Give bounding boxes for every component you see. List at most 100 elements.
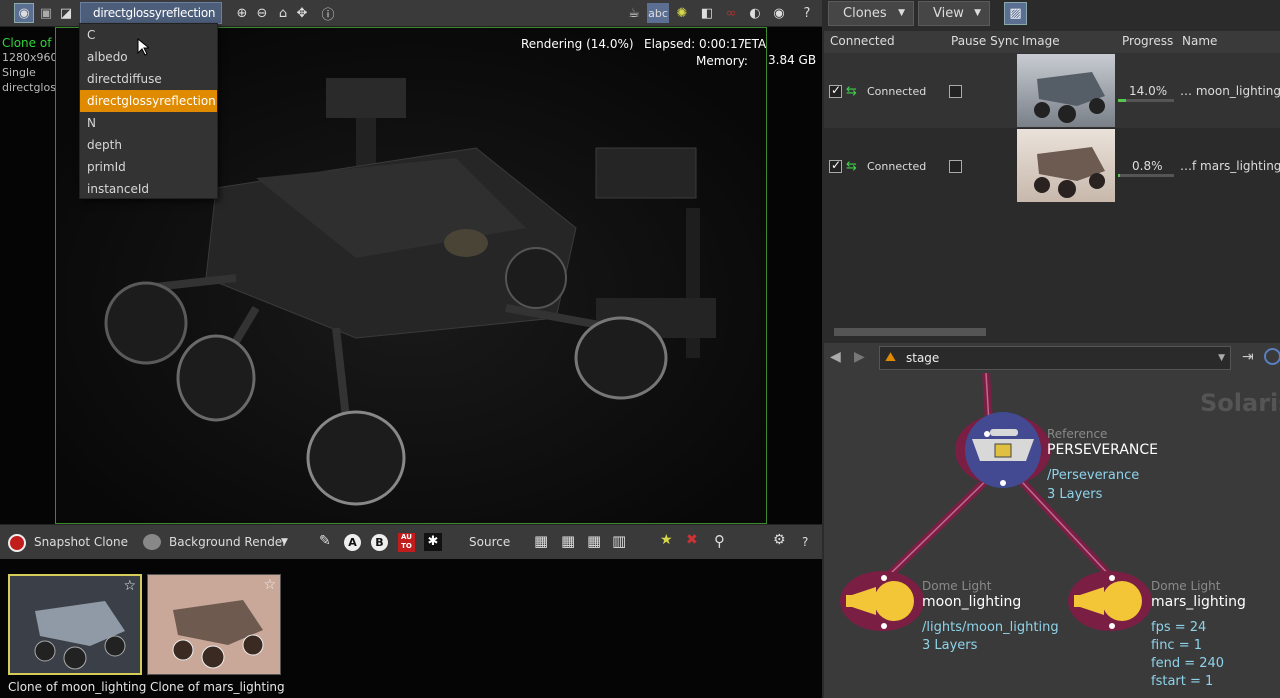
delete-snapshot-icon[interactable]: ✖ (686, 532, 698, 548)
background-render-chevron-icon[interactable]: ▼ (281, 537, 288, 547)
snapshot-star-icon[interactable]: ★ (660, 532, 673, 548)
snapshot-thumbnail[interactable]: ☆ (147, 574, 281, 675)
overlay-mode: Single (2, 66, 36, 79)
grid-small-icon[interactable]: ▦ (534, 532, 548, 550)
node-name[interactable]: PERSEVERANCE (1047, 442, 1158, 458)
tag-icon[interactable]: ✎ (319, 533, 331, 549)
node-parm: finc = 1 (1151, 638, 1203, 653)
grid-large-icon[interactable]: ▦ (587, 532, 601, 550)
overlay-elapsed: Elapsed: 0:00:17 (644, 37, 746, 51)
background-render-button[interactable]: Background Render (169, 535, 287, 549)
source-label[interactable]: Source (469, 535, 510, 549)
snapshot-icon[interactable] (8, 534, 26, 552)
clone-image-thumb (1017, 129, 1115, 202)
col-pause-sync[interactable]: Pause Sync (951, 34, 1019, 48)
render-view-icon[interactable]: ◉ (14, 3, 34, 23)
context-watermark: Solaris (1200, 389, 1280, 417)
aov-option[interactable]: directglossyreflection (80, 90, 217, 112)
clones-table-header: Connected Pause Sync Image Progress Name (824, 31, 1280, 53)
fit-icon[interactable]: ✥ (292, 3, 312, 23)
snapshot-view-icon[interactable]: ▣ (36, 3, 56, 23)
clone-progress-bar (1118, 99, 1174, 102)
network-path-field[interactable]: ⛰ stage ▼ (879, 346, 1231, 370)
node-layers: 3 Layers (1047, 487, 1103, 502)
col-image[interactable]: Image (1022, 34, 1060, 48)
search-icon[interactable]: ⚲ (714, 532, 725, 550)
node-layers: 3 Layers (922, 638, 978, 653)
snapshot-toolbar: Snapshot Clone Background Render ▼ ✎ A B… (0, 524, 822, 559)
snap-help-icon[interactable]: ? (802, 535, 808, 549)
home-icon[interactable]: ⌂ (273, 3, 293, 23)
teapot-bg-icon[interactable] (143, 534, 161, 550)
scrollbar-thumb[interactable] (834, 328, 986, 336)
filmstrip-icon[interactable]: ▥ (612, 532, 626, 550)
col-connected[interactable]: Connected (830, 34, 895, 48)
network-wires (840, 373, 1152, 631)
pin-icon[interactable]: ⇥ (1242, 349, 1254, 365)
col-name[interactable]: Name (1182, 34, 1217, 48)
snapshot-clone-button[interactable]: Snapshot Clone (34, 535, 128, 549)
aov-option[interactable]: directdiffuse (80, 68, 217, 90)
clones-menu-button[interactable]: Clones ▼ (828, 1, 914, 26)
compare-b-button[interactable]: B (371, 534, 388, 551)
connected-checkbox[interactable]: ✓ (829, 158, 842, 173)
favorite-star-icon[interactable]: ☆ (123, 578, 136, 594)
chevron-down-icon: ▼ (974, 8, 981, 18)
glasses-icon[interactable]: ∞ (721, 3, 741, 23)
camera-view-icon[interactable]: ◪ (56, 3, 76, 23)
text-overlay-icon[interactable]: abc (647, 3, 669, 23)
back-arrow-icon[interactable]: ◀ (830, 349, 841, 365)
light-icon[interactable]: ✺ (672, 3, 692, 23)
region-icon[interactable]: ◧ (697, 3, 717, 23)
aov-option[interactable]: instanceId (80, 178, 217, 200)
compare-a-button[interactable]: A (344, 534, 361, 551)
pause-sync-checkbox[interactable] (949, 85, 962, 98)
snowflake-icon[interactable]: ✱ (424, 533, 442, 551)
grid-medium-icon[interactable]: ▦ (561, 532, 575, 550)
connected-status: Connected (867, 85, 927, 98)
snapshot-thumbnail[interactable]: ☆ (8, 574, 142, 675)
node-type: Dome Light (922, 579, 992, 593)
col-progress[interactable]: Progress (1122, 34, 1173, 48)
aov-option[interactable]: primId (80, 156, 217, 178)
overlay-eta: ETA: 0:01:44 (744, 37, 766, 51)
clone-row[interactable]: ✓ ⇆ Connected 14.0% … moon_lighting (824, 53, 1280, 128)
node-path: /lights/moon_lighting (922, 620, 1059, 635)
node-parm: fend = 240 (1151, 656, 1225, 671)
forward-arrow-icon[interactable]: ▶ (854, 349, 865, 365)
overlay-aov: directglossyrefle (2, 81, 55, 94)
connected-checkbox[interactable]: ✓ (829, 83, 842, 98)
clone-row[interactable]: ✓ ⇆ Connected 0.8% …f mars_lighting (824, 128, 1280, 203)
zoom-out-icon[interactable]: ⊖ (252, 3, 272, 23)
pause-sync-checkbox[interactable] (949, 160, 962, 173)
node-type: Reference (1047, 427, 1108, 441)
settings-icon[interactable]: ⚙ (773, 532, 786, 548)
aov-select[interactable]: directglossyreflection (80, 2, 222, 24)
auto-button[interactable]: AU TO (398, 533, 415, 552)
view-label: View (933, 6, 964, 21)
rover-thumb-mars (148, 575, 280, 674)
chevron-down-icon: ▼ (898, 8, 905, 18)
eye-icon[interactable]: ◉ (769, 3, 789, 23)
aov-option[interactable]: N (80, 112, 217, 134)
aov-option[interactable]: depth (80, 134, 217, 156)
rover-thumb-moon (10, 576, 140, 673)
network-path-bar: ◀ ▶ ⛰ stage ▼ ⇥ (824, 343, 1280, 373)
node-name[interactable]: mars_lighting (1151, 594, 1246, 610)
snapshot-label: Clone of mars_lighting (150, 680, 285, 694)
teapot-icon[interactable]: ☕ (624, 3, 644, 23)
zoom-in-icon[interactable]: ⊕ (232, 3, 252, 23)
network-editor[interactable]: Solaris Reference PERSEVERANCE /Persever… (824, 373, 1280, 698)
help-icon[interactable]: ? (797, 3, 817, 23)
image-view-icon[interactable]: ▨ (1004, 2, 1027, 25)
node-name[interactable]: moon_lighting (922, 594, 1021, 610)
info-icon[interactable]: ⓘ (318, 3, 338, 23)
contrast-icon[interactable]: ◐ (745, 3, 765, 23)
table-hscrollbar[interactable] (824, 326, 1280, 338)
stage-icon: ⛰ (885, 350, 896, 365)
link-icon[interactable] (1264, 348, 1280, 365)
clones-label: Clones (843, 6, 887, 21)
favorite-star-icon[interactable]: ☆ (263, 577, 276, 593)
clone-progress-bar (1118, 174, 1174, 177)
view-menu-button[interactable]: View ▼ (918, 1, 990, 26)
